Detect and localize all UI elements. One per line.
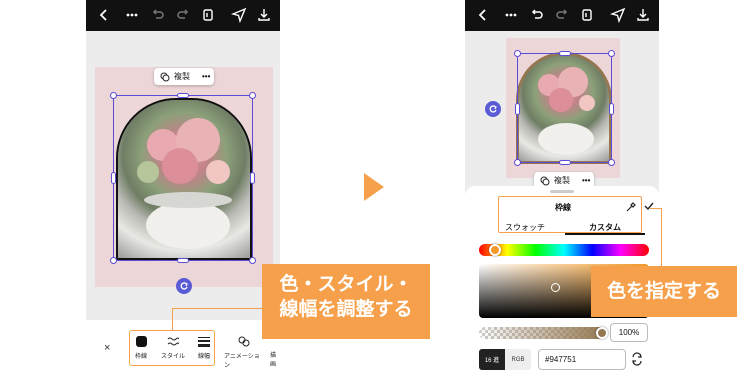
hue-slider-thumb[interactable] [489, 244, 501, 256]
swap-color-icon[interactable] [630, 352, 644, 371]
callout-connector [172, 308, 173, 330]
hex-input[interactable]: #947751 [538, 349, 626, 370]
undo-icon[interactable] [150, 7, 166, 23]
mode-hex-button[interactable]: 16 進 [479, 349, 505, 370]
panel-title: 枠線 [555, 203, 571, 212]
resize-handle-bl[interactable] [514, 159, 521, 166]
resize-handle-bottom[interactable] [559, 160, 571, 165]
more-icon[interactable] [124, 7, 140, 23]
pages-icon[interactable] [579, 7, 595, 23]
redo-icon[interactable] [175, 7, 191, 23]
toolbar-item-animation[interactable]: アニメーション [224, 336, 264, 369]
toolbar-item-label: スタイル [161, 354, 186, 360]
callout-connector [661, 208, 662, 266]
resize-handle-top[interactable] [559, 51, 571, 56]
resize-handle-bl[interactable] [110, 257, 117, 264]
close-toolbar-button[interactable]: × [104, 342, 110, 354]
next-step-arrow [364, 173, 384, 201]
share-icon[interactable] [231, 7, 247, 23]
toolbar-item-draw[interactable]: 描画 [270, 350, 280, 368]
duplicate-label[interactable]: 複製 [174, 71, 190, 82]
redo-icon[interactable] [554, 7, 570, 23]
top-toolbar [465, 0, 659, 31]
callout-line-2: 線幅を調整する [279, 299, 413, 320]
panel-drag-handle[interactable] [550, 190, 574, 193]
resize-handle-tl[interactable] [110, 92, 117, 99]
back-icon[interactable] [96, 7, 112, 23]
resize-handle-top[interactable] [177, 93, 189, 98]
top-toolbar [86, 0, 280, 31]
line-style-icon [167, 337, 179, 346]
resize-handle-right[interactable] [609, 103, 614, 115]
more-options-icon[interactable]: ••• [202, 72, 210, 81]
download-icon[interactable] [635, 7, 651, 23]
more-icon[interactable] [503, 7, 519, 23]
opacity-slider[interactable] [479, 327, 605, 339]
selection-box[interactable] [514, 50, 615, 166]
tab-custom[interactable]: カスタム [580, 222, 630, 233]
eyedropper-icon[interactable] [625, 200, 637, 218]
hue-slider[interactable] [479, 244, 649, 256]
right-callout: 色を指定する [591, 266, 737, 317]
border-color-icon [135, 336, 147, 347]
resize-handle-bottom[interactable] [177, 258, 189, 263]
callout-connector [650, 208, 662, 209]
resize-handle-tr[interactable] [249, 92, 256, 99]
resize-handle-br[interactable] [608, 159, 615, 166]
saturation-value-thumb[interactable] [551, 283, 560, 292]
resize-handle-left[interactable] [111, 172, 116, 184]
toolbar-item-label: 枠線 [134, 354, 147, 360]
toolbar-item-border[interactable]: 枠線 [133, 336, 149, 360]
resize-handle-br[interactable] [249, 257, 256, 264]
resize-handle-tr[interactable] [608, 50, 615, 57]
rotate-button[interactable] [176, 278, 192, 294]
pages-icon[interactable] [200, 7, 216, 23]
resize-handle-right[interactable] [250, 172, 255, 184]
toolbar-item-style[interactable]: スタイル [161, 336, 185, 360]
toolbar-item-label: アニメーション [224, 354, 260, 369]
duplicate-icon[interactable] [540, 176, 550, 186]
left-callout: 色・スタイル・ 線幅を調整する [262, 264, 430, 339]
rotate-icon [489, 105, 497, 113]
callout-line-1: 色・スタイル・ [279, 274, 413, 295]
toolbar-item-label: 描画 [270, 353, 277, 368]
opacity-slider-thumb[interactable] [596, 327, 608, 339]
mode-rgb-button[interactable]: RGB [505, 349, 531, 370]
callout-text: 色を指定する [606, 281, 721, 302]
more-options-icon[interactable]: ••• [582, 176, 590, 185]
callout-connector [172, 308, 262, 309]
toolbar-item-width[interactable]: 線幅 [196, 336, 212, 360]
resize-handle-left[interactable] [515, 103, 520, 115]
share-icon[interactable] [610, 7, 626, 23]
tab-active-indicator [565, 233, 645, 235]
duplicate-menu: 複製 ••• [154, 68, 214, 85]
rotate-icon [180, 282, 188, 290]
animation-icon [238, 336, 250, 347]
toolbar-item-label: 線幅 [197, 354, 210, 360]
resize-handle-tl[interactable] [514, 50, 521, 57]
back-icon[interactable] [475, 7, 491, 23]
download-icon[interactable] [256, 7, 272, 23]
selection-box[interactable] [110, 92, 256, 264]
undo-icon[interactable] [529, 7, 545, 23]
duplicate-label[interactable]: 複製 [554, 175, 570, 186]
tab-swatch[interactable]: スウォッチ [500, 222, 550, 233]
line-width-icon [198, 337, 210, 347]
duplicate-icon[interactable] [160, 72, 170, 82]
rotate-button[interactable] [485, 101, 501, 117]
opacity-input[interactable]: 100% [610, 323, 648, 342]
